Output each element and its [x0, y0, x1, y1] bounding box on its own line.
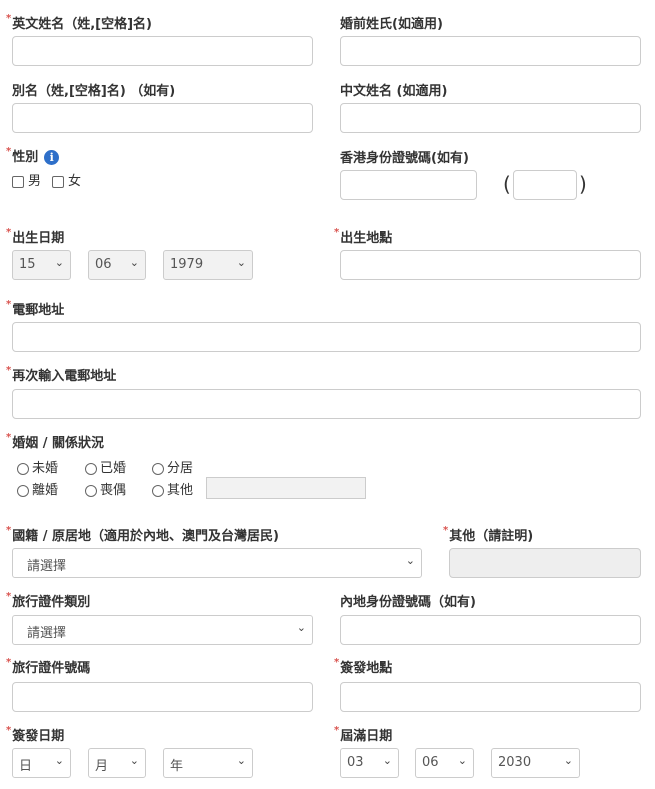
option-label: 已婚: [100, 461, 127, 476]
hkid-label: 香港身份證號碼(如有): [340, 151, 469, 166]
expiry-day-select[interactable]: 03 ⌄: [340, 748, 399, 778]
option-label: 其他: [167, 483, 194, 498]
nationality-other-input[interactable]: [449, 548, 641, 578]
select-value: 年: [170, 759, 184, 774]
issue-month-select[interactable]: 月 ⌄: [88, 748, 146, 778]
chevron-down-icon: ⌄: [236, 754, 246, 767]
hkid-open-paren: (: [503, 172, 511, 196]
email-confirm-input[interactable]: [12, 389, 641, 419]
option-label: 女: [68, 174, 82, 189]
expiry-date-label: 屆滿日期: [334, 725, 392, 744]
checkbox-icon[interactable]: [12, 175, 24, 188]
issue-place-label: 簽發地點: [334, 657, 392, 676]
marital-radio-other[interactable]: 其他: [152, 479, 193, 498]
chevron-down-icon: ⌄: [457, 754, 467, 767]
mainland-id-label: 內地身份證號碼（如有): [340, 595, 476, 610]
checkbox-icon[interactable]: [52, 175, 64, 188]
option-label: 未婚: [32, 461, 59, 476]
chevron-down-icon: ⌄: [405, 554, 415, 567]
chinese-name-input[interactable]: [340, 103, 641, 133]
nationality-label: 國籍 / 原居地（適用於內地、澳門及台灣居民): [6, 525, 279, 544]
gender-label-text: 性別: [12, 150, 39, 165]
hkid-close-paren: ): [579, 172, 587, 196]
issue-place-input[interactable]: [340, 682, 641, 712]
marital-label: 婚姻 / 關係狀況: [6, 432, 104, 451]
radio-icon[interactable]: [152, 462, 164, 475]
radio-icon[interactable]: [17, 462, 29, 475]
chevron-down-icon: ⌄: [382, 754, 392, 767]
email-input[interactable]: [12, 322, 641, 352]
travel-doc-no-label: 旅行證件號碼: [6, 657, 90, 676]
chevron-down-icon: ⌄: [563, 754, 573, 767]
dob-month-select[interactable]: 06 ⌄: [88, 250, 146, 280]
chevron-down-icon: ⌄: [54, 754, 64, 767]
gender-female-checkbox[interactable]: 女: [52, 170, 81, 189]
option-label: 分居: [167, 461, 194, 476]
travel-doc-type-select[interactable]: 請選擇 ⌄: [12, 615, 313, 645]
hkid-input[interactable]: [340, 170, 477, 200]
marital-radio-single[interactable]: 未婚: [17, 457, 58, 476]
maiden-name-input[interactable]: [340, 36, 641, 66]
chevron-down-icon: ⌄: [129, 256, 139, 269]
alias-input[interactable]: [12, 103, 313, 133]
dob-year-select[interactable]: 1979 ⌄: [163, 250, 253, 280]
email-confirm-label: 再次輸入電郵地址: [6, 365, 116, 384]
email-label: 電郵地址: [6, 299, 64, 318]
travel-doc-type-label: 旅行證件類別: [6, 591, 90, 610]
select-value: 請選擇: [27, 626, 67, 641]
option-label: 男: [28, 174, 42, 189]
issue-day-select[interactable]: 日 ⌄: [12, 748, 71, 778]
option-label: 喪偶: [100, 483, 127, 498]
select-value: 03: [347, 755, 364, 770]
dob-label: 出生日期: [6, 227, 64, 246]
select-value: 日: [19, 759, 33, 774]
select-value: 請選擇: [27, 559, 67, 574]
mainland-id-input[interactable]: [340, 615, 641, 645]
nationality-select[interactable]: 請選擇 ⌄: [12, 548, 422, 578]
marital-radio-separated[interactable]: 分居: [152, 457, 193, 476]
chevron-down-icon: ⌄: [54, 256, 64, 269]
select-value: 06: [422, 755, 439, 770]
marital-other-input[interactable]: [206, 477, 366, 499]
alias-label: 別名（姓,[空格]名) （如有): [12, 84, 176, 99]
select-value: 06: [95, 257, 112, 272]
select-value: 1979: [170, 257, 204, 272]
gender-label: 性別 i: [6, 146, 60, 165]
select-value: 2030: [498, 755, 532, 770]
radio-icon[interactable]: [17, 484, 29, 497]
radio-icon[interactable]: [85, 484, 97, 497]
travel-doc-no-input[interactable]: [12, 682, 313, 712]
issue-year-select[interactable]: 年 ⌄: [163, 748, 253, 778]
radio-icon[interactable]: [152, 484, 164, 497]
expiry-year-select[interactable]: 2030 ⌄: [491, 748, 580, 778]
birthplace-label: 出生地點: [334, 227, 392, 246]
birthplace-input[interactable]: [340, 250, 641, 280]
marital-radio-widowed[interactable]: 喪偶: [85, 479, 126, 498]
marital-radio-divorced[interactable]: 離婚: [17, 479, 58, 498]
select-value: 月: [95, 759, 109, 774]
english-name-label: 英文姓名（姓,[空格]名): [6, 13, 152, 32]
option-label: 離婚: [32, 483, 59, 498]
marital-radio-married[interactable]: 已婚: [85, 457, 126, 476]
info-icon[interactable]: i: [44, 150, 60, 165]
nationality-other-label: 其他（請註明): [443, 525, 533, 544]
maiden-name-label: 婚前姓氏(如適用): [340, 17, 443, 32]
issue-date-label: 簽發日期: [6, 725, 64, 744]
english-name-input[interactable]: [12, 36, 313, 66]
chevron-down-icon: ⌄: [296, 621, 306, 634]
select-value: 15: [19, 257, 36, 272]
gender-male-checkbox[interactable]: 男: [12, 170, 41, 189]
chinese-name-label: 中文姓名 (如適用): [340, 84, 448, 99]
radio-icon[interactable]: [85, 462, 97, 475]
hkid-check-digit-input[interactable]: [513, 170, 577, 200]
dob-day-select[interactable]: 15 ⌄: [12, 250, 71, 280]
expiry-month-select[interactable]: 06 ⌄: [415, 748, 474, 778]
chevron-down-icon: ⌄: [236, 256, 246, 269]
chevron-down-icon: ⌄: [129, 754, 139, 767]
